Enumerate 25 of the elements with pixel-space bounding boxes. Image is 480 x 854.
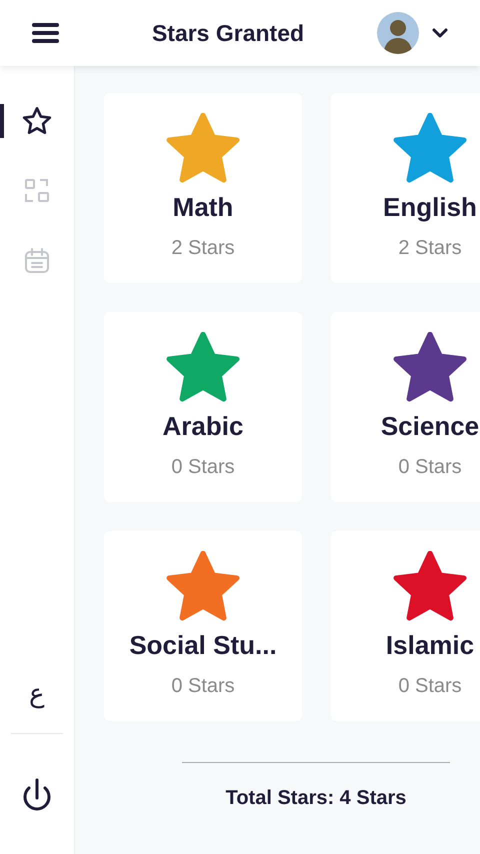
subject-name: Arabic (162, 410, 244, 442)
subject-name: English (383, 191, 477, 223)
subject-name: Islamic (386, 629, 474, 661)
subject-name: Social Stu... (129, 629, 277, 661)
star-count: 2 Stars (171, 236, 235, 261)
subject-card[interactable]: English 2 Stars (331, 93, 480, 283)
menu-icon[interactable] (32, 22, 59, 44)
avatar[interactable] (377, 12, 419, 54)
subject-card[interactable]: Arabic 0 Stars (104, 312, 302, 502)
language-toggle[interactable]: ع (29, 674, 45, 713)
subject-name: Science (380, 410, 480, 442)
subject-name: Math (172, 191, 234, 223)
subject-card[interactable]: Science 0 Stars (331, 312, 480, 502)
star-count: 0 Stars (398, 674, 462, 699)
star-count: 0 Stars (171, 674, 235, 699)
star-icon[interactable] (21, 105, 53, 137)
total-stars: Total Stars: 4 Stars (226, 786, 406, 811)
chevron-down-icon[interactable] (432, 28, 448, 38)
star-count: 0 Stars (171, 455, 235, 480)
star-count: 2 Stars (398, 236, 462, 261)
subject-card[interactable]: Social Stu... 0 Stars (104, 531, 302, 721)
page-title: Stars Granted (152, 18, 304, 48)
subject-card[interactable]: Math 2 Stars (104, 93, 302, 283)
star-count: 0 Stars (398, 455, 462, 480)
subject-card[interactable]: Islamic 0 Stars (331, 531, 480, 721)
